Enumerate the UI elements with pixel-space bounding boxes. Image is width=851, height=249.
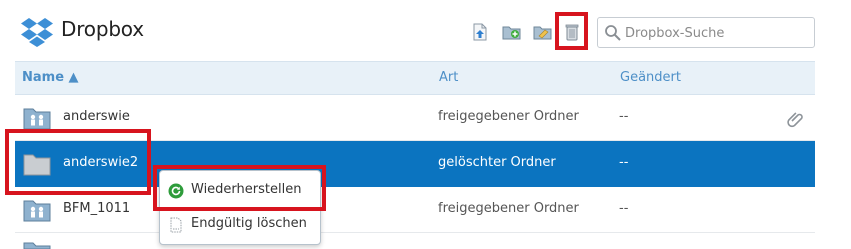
shared-folder-icon [23,108,51,130]
column-header-name[interactable]: Name ▲ [22,70,79,85]
new-folder-icon[interactable] [502,22,522,42]
delete-file-icon [170,217,182,233]
search-box[interactable] [597,17,815,48]
paperclip-link-icon[interactable] [786,108,806,128]
file-row[interactable]: anderswie freigegebener Ordner -- [15,95,815,141]
file-modified: -- [619,109,629,124]
file-type: freigegebener Ordner [438,109,579,124]
file-type: gelöschter Ordner [438,155,556,170]
file-name[interactable]: anderswie [63,109,130,124]
upload-icon[interactable] [470,22,490,42]
column-header-modified[interactable]: Geändert [620,70,681,85]
top-bar: Dropbox [0,0,851,60]
file-name[interactable]: anderswie2 [63,155,138,170]
app-title: Dropbox [61,17,144,41]
file-modified: -- [619,201,629,216]
menu-item-restore[interactable]: Wiederherstellen [160,175,320,207]
file-row[interactable]: BFM_1011 freigegebener Ordner -- [15,187,815,233]
deleted-folder-icon [23,154,51,176]
file-row-selected[interactable]: anderswie2 gelöschter Ordner -- [15,141,815,187]
trash-icon[interactable] [562,22,582,42]
context-menu: Wiederherstellen Endgültig löschen [159,170,321,245]
dropbox-logo-icon[interactable] [20,17,54,47]
file-modified: -- [619,155,629,170]
restore-icon [168,183,184,199]
shared-folder-icon [23,200,51,222]
menu-item-label: Wiederherstellen [191,182,302,197]
menu-item-delete-permanently[interactable]: Endgültig löschen [160,209,320,241]
search-icon [605,25,621,41]
file-type: freigegebener Ordner [438,201,579,216]
shared-folder-icon[interactable] [533,22,553,42]
file-list-header: Name ▲ Art Geändert [15,61,815,95]
folder-icon [23,242,51,249]
file-name[interactable]: BFM_1011 [63,201,130,216]
menu-item-label: Endgültig löschen [191,216,307,231]
search-input[interactable] [625,22,810,44]
column-header-type[interactable]: Art [439,70,458,85]
